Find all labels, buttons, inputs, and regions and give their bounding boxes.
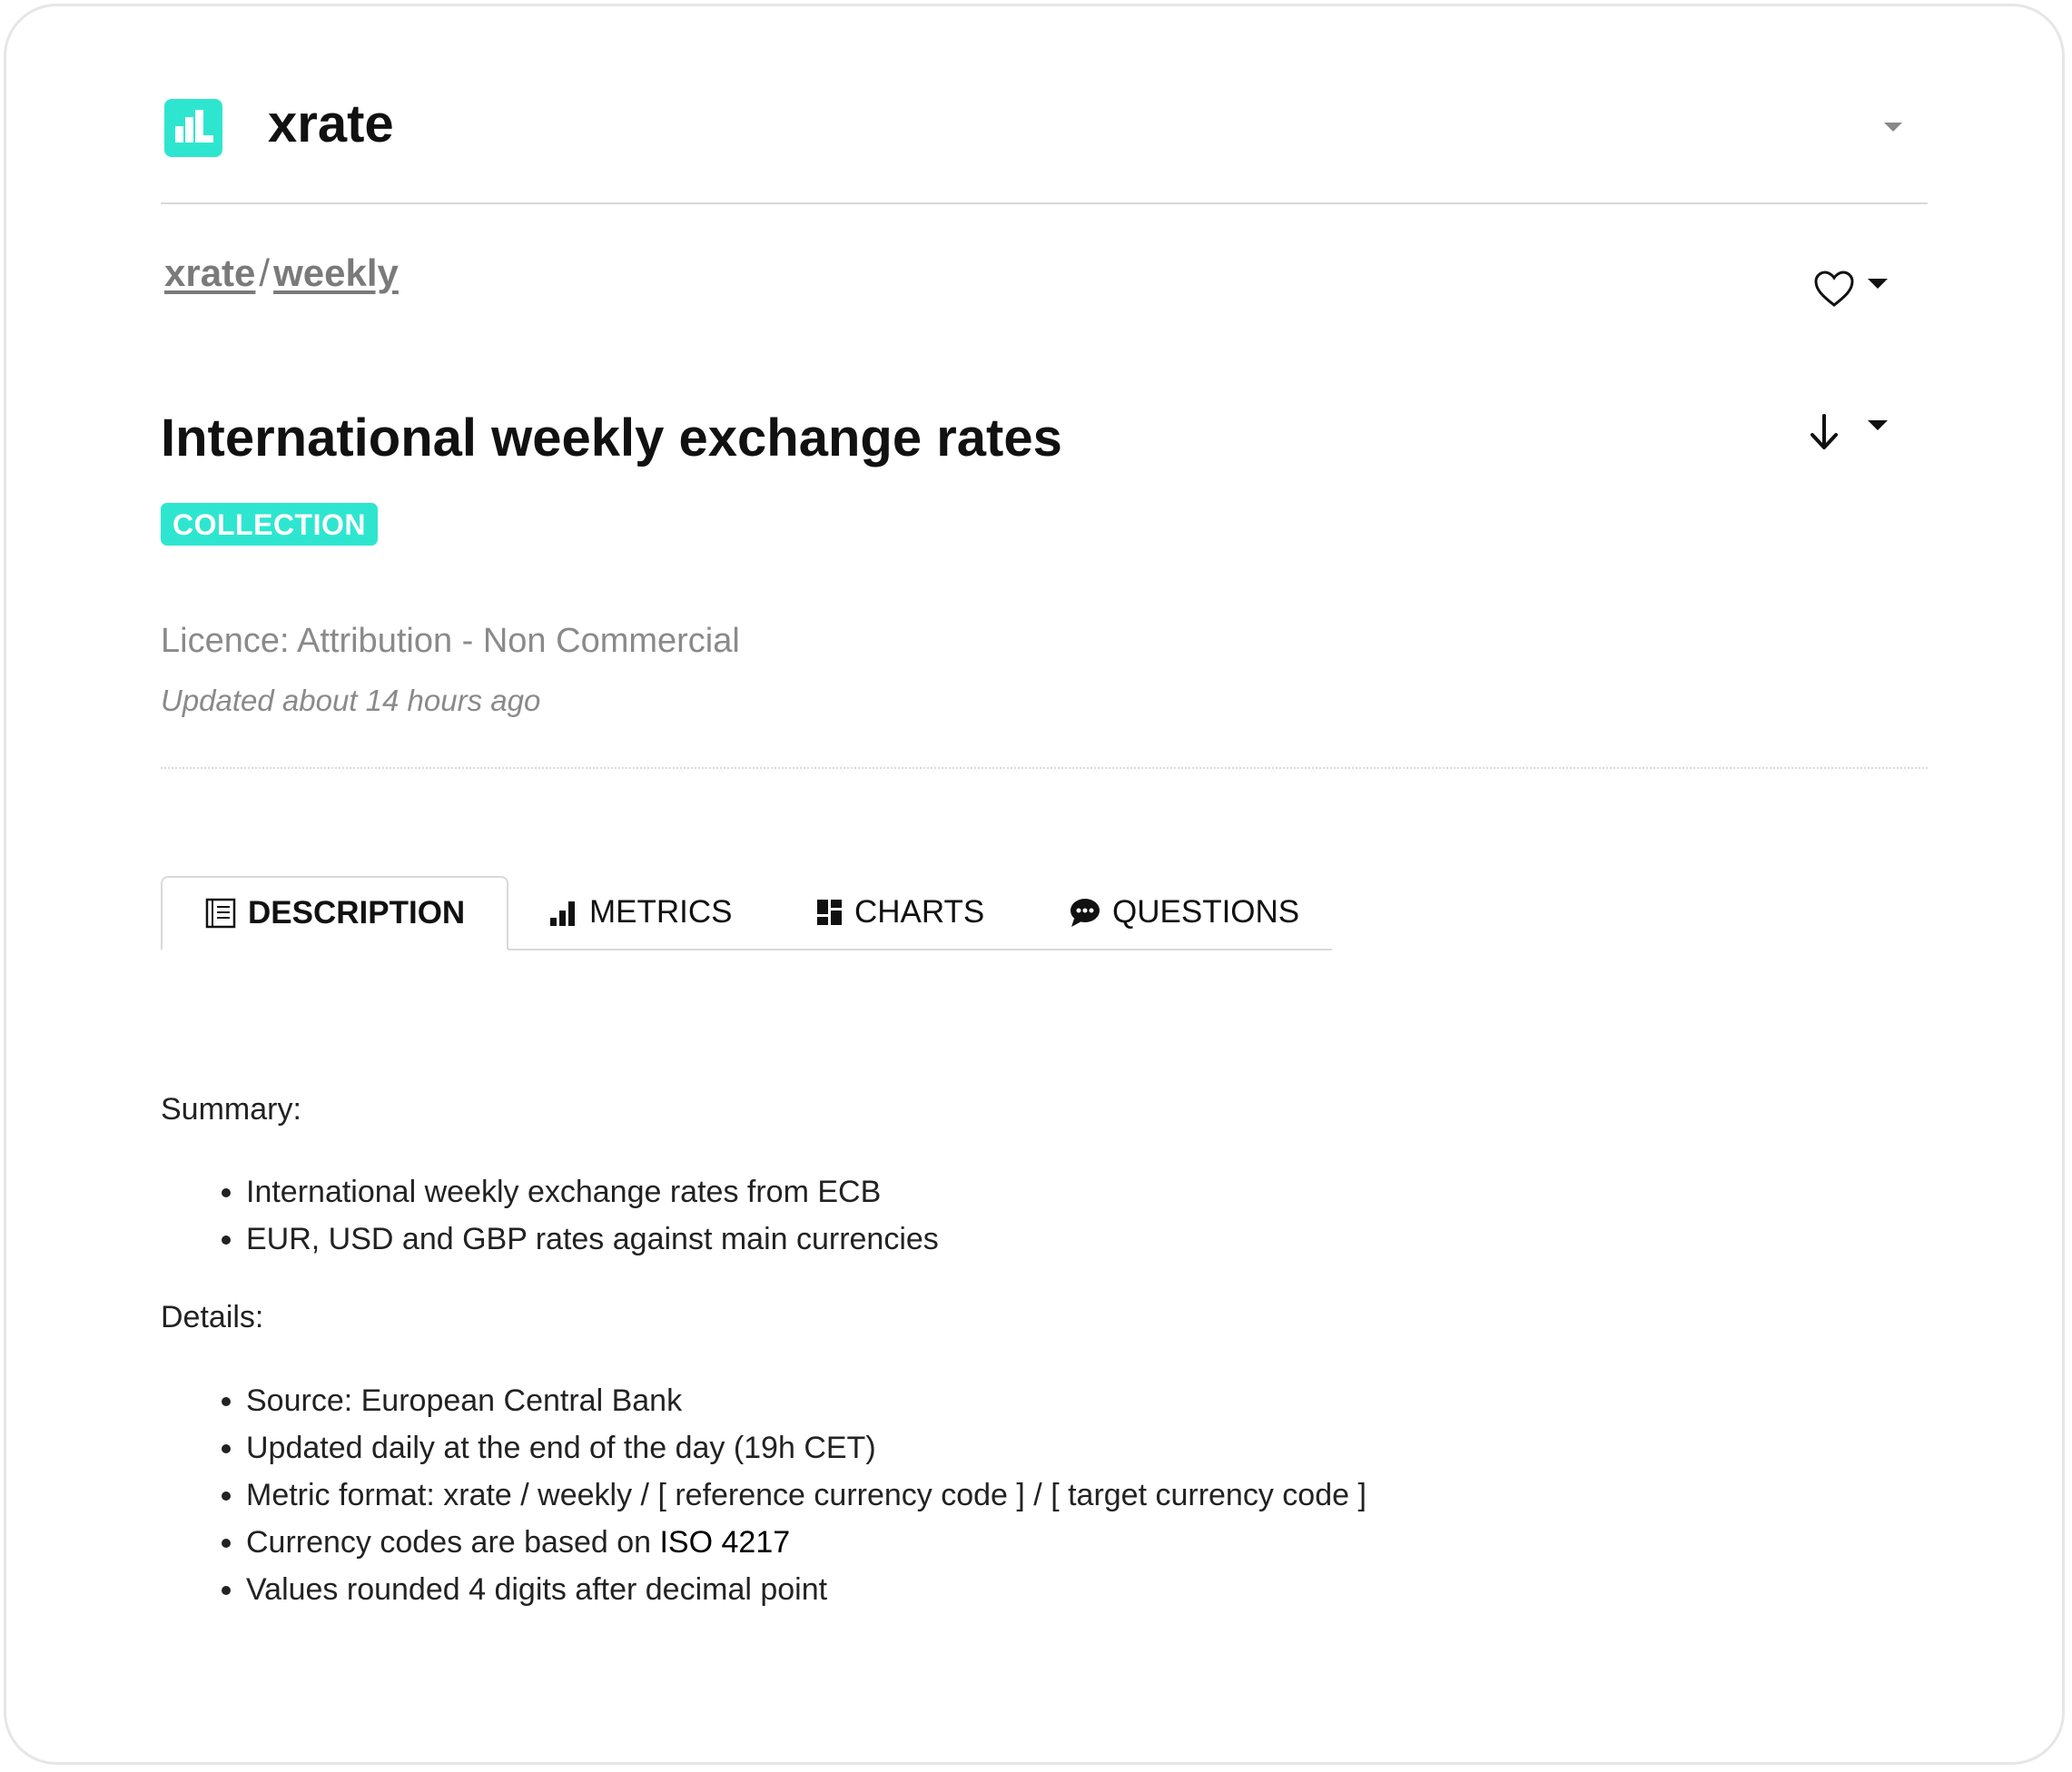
tab-charts-label: CHARTS — [854, 894, 985, 930]
tab-metrics-label: METRICS — [589, 894, 733, 930]
iso-4217-link[interactable]: ISO 4217 — [659, 1525, 790, 1560]
page-title: International weekly exchange rates — [161, 409, 1062, 468]
breadcrumb: xrate/weekly — [164, 251, 399, 295]
list-item: Updated daily at the end of the day (19h… — [246, 1424, 1367, 1472]
tab-charts[interactable]: CHARTS — [816, 876, 984, 949]
summary-heading: Summary: — [161, 1092, 301, 1127]
favorite-chevron-down-icon[interactable] — [1868, 279, 1888, 289]
collection-badge: COLLECTION — [161, 503, 378, 546]
list-item: International weekly exchange rates from… — [246, 1168, 939, 1216]
summary-list: International weekly exchange rates from… — [161, 1168, 939, 1263]
list-item: Metric format: xrate / weekly / [ refere… — [246, 1472, 1367, 1519]
list-item: Values rounded 4 digits after decimal po… — [246, 1566, 1367, 1613]
app-header: xrate — [161, 94, 1928, 204]
list-item: Source: European Central Bank — [246, 1377, 1367, 1424]
tab-questions-label: QUESTIONS — [1112, 894, 1300, 930]
download-chevron-down-icon[interactable] — [1868, 420, 1888, 430]
app-logo-icon[interactable] — [164, 99, 222, 157]
dashboard-icon — [817, 900, 842, 925]
header-chevron-down-icon[interactable] — [1884, 123, 1902, 132]
list-item: Currency codes are based on ISO 4217 — [246, 1519, 1367, 1566]
tab-questions[interactable]: QUESTIONS — [1069, 876, 1299, 949]
chat-icon — [1071, 899, 1100, 927]
tab-bar: DESCRIPTION METRICS CHARTS QUESTIONS — [161, 876, 1332, 950]
licence-text: Licence: Attribution - Non Commercial — [161, 622, 740, 660]
tab-description-label: DESCRIPTION — [248, 895, 466, 930]
list-item-text: Currency codes are based on — [246, 1525, 660, 1560]
details-heading: Details: — [161, 1300, 264, 1334]
list-item: EUR, USD and GBP rates against main curr… — [246, 1216, 939, 1263]
bar-chart-icon — [550, 901, 575, 926]
app-name[interactable]: xrate — [268, 94, 394, 154]
updated-timestamp: Updated about 14 hours ago — [161, 684, 541, 717]
window-frame: xrate xrate/weekly International weekly … — [4, 4, 2065, 1765]
breadcrumb-item-xrate[interactable]: xrate — [164, 251, 255, 294]
details-list: Source: European Central Bank Updated da… — [161, 1377, 1367, 1613]
breadcrumb-item-weekly[interactable]: weekly — [273, 251, 399, 294]
tab-description[interactable]: DESCRIPTION — [161, 876, 509, 950]
download-arrow-icon[interactable] — [1808, 413, 1840, 451]
section-divider — [161, 767, 1928, 769]
document-icon — [205, 898, 236, 929]
breadcrumb-separator: / — [259, 251, 271, 294]
tab-metrics[interactable]: METRICS — [549, 876, 733, 949]
heart-icon[interactable] — [1813, 270, 1855, 308]
